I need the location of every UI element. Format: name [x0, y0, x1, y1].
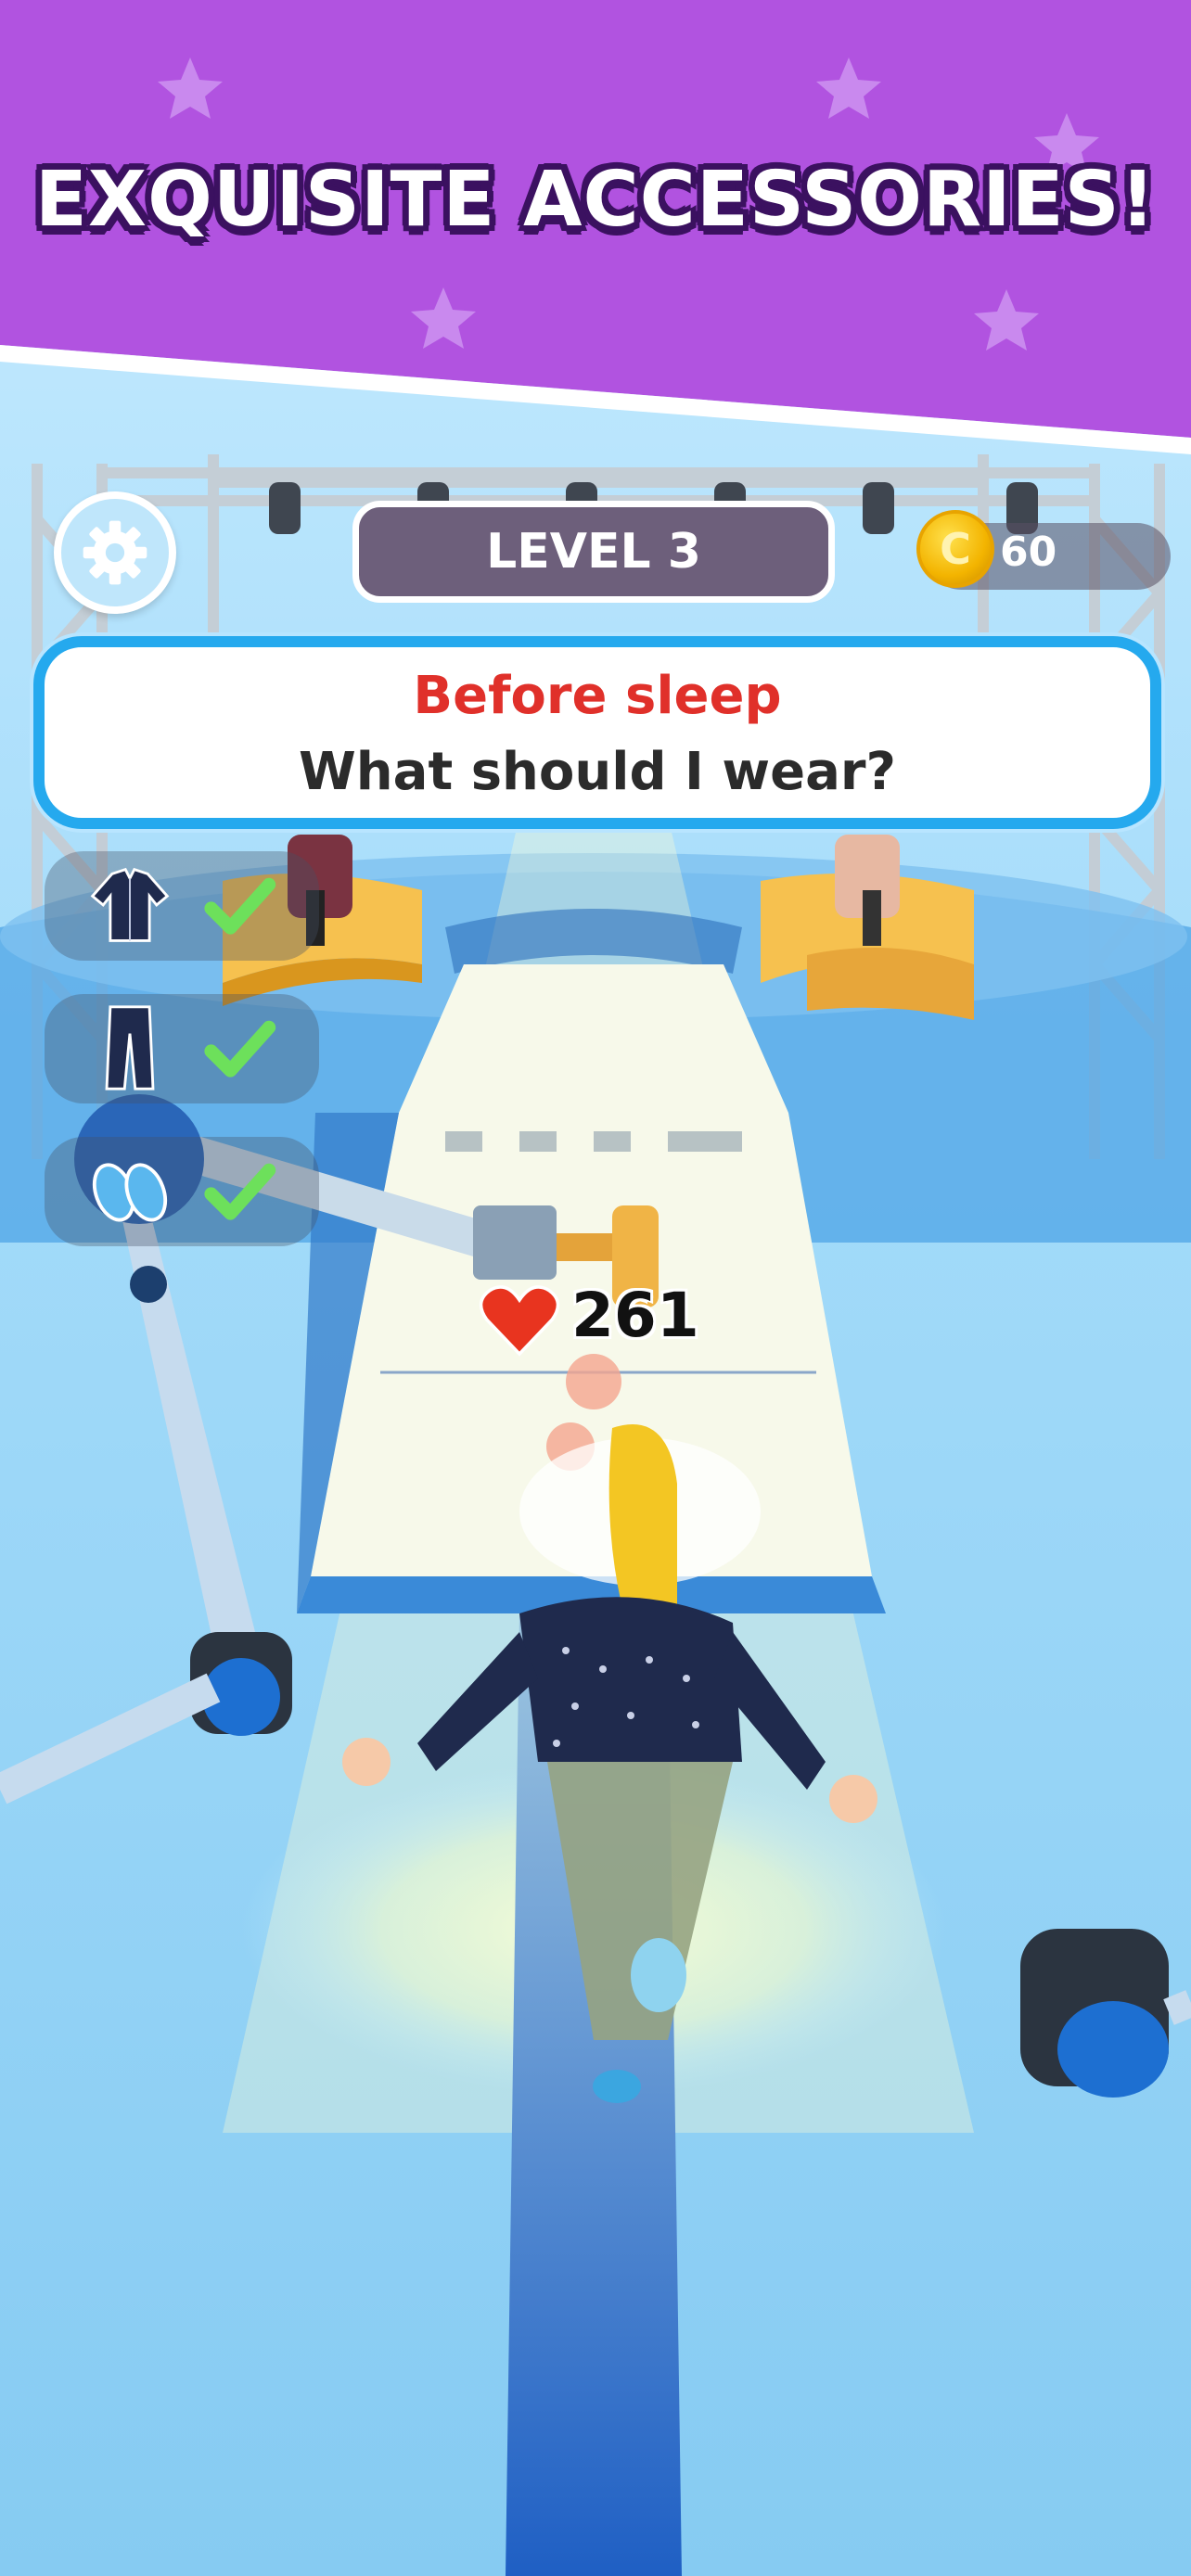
question-title: Before sleep — [413, 666, 782, 726]
settings-button[interactable] — [54, 491, 176, 614]
pajama-pants-icon — [83, 1001, 176, 1094]
question-text: What should I wear? — [299, 742, 896, 802]
coin-icon: C — [916, 510, 994, 588]
gear-icon — [83, 520, 147, 585]
coin-count: 60 — [1000, 529, 1057, 576]
outfit-slot-bottom — [45, 994, 319, 1103]
heart-icon — [479, 1285, 560, 1357]
level-label: LEVEL 3 — [486, 524, 701, 580]
check-icon — [204, 877, 276, 935]
check-icon — [204, 1020, 276, 1078]
pajama-shirt-icon — [83, 859, 176, 951]
banner-title: EXQUISITE ACCESSORIES! — [34, 156, 1157, 244]
slippers-icon — [83, 1144, 176, 1237]
check-icon — [204, 1163, 276, 1220]
score-value: 261 — [571, 1280, 699, 1351]
outfit-slot-shoes — [45, 1137, 319, 1246]
question-card: Before sleep What should I wear? — [33, 636, 1161, 829]
coin-symbol: C — [940, 524, 971, 574]
outfit-slot-top — [45, 851, 319, 961]
level-indicator: LEVEL 3 — [352, 501, 835, 603]
